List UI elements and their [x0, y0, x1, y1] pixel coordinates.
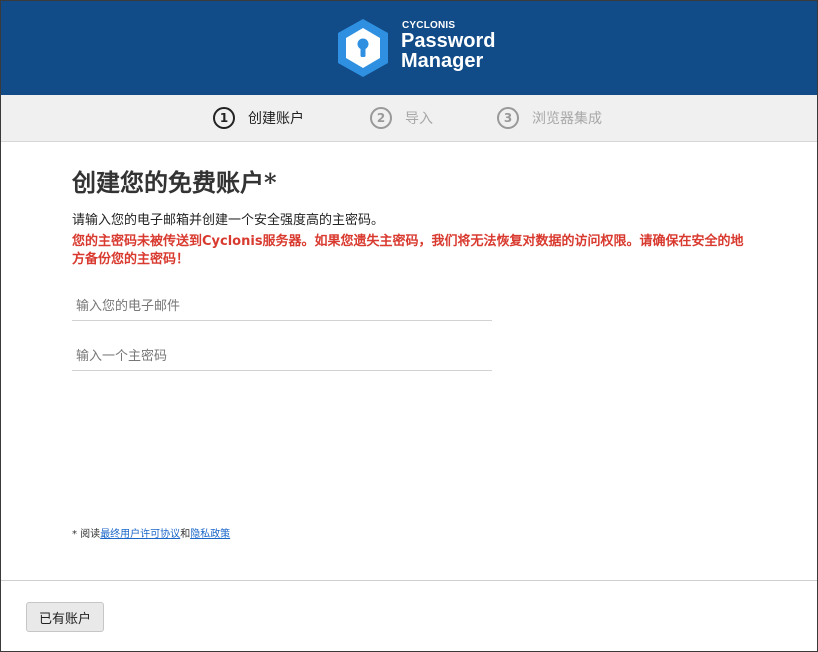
keyhole-hexagon-icon: [338, 19, 388, 77]
eula-link[interactable]: 最终用户许可协议: [100, 529, 180, 540]
step-browser-integration: 3 浏览器集成: [497, 107, 602, 129]
brand-product-line2: Manager: [401, 50, 484, 72]
master-password-warning: 您的主密码未被传送到Cyclonis服务器。如果您遗失主密码，我们将无法恢复对数…: [72, 234, 744, 267]
step-number: 3: [497, 107, 519, 129]
page-title: 创建您的免费账户*: [72, 168, 277, 197]
step-number: 1: [213, 107, 235, 129]
step-label: 导入: [405, 111, 433, 127]
brand-product-line1: Password: [401, 30, 496, 52]
app-window: CYCLONIS Password Manager 1 创建账户 2 导入 3 …: [0, 0, 818, 652]
step-import: 2 导入: [370, 107, 433, 129]
have-account-button[interactable]: 已有账户: [26, 602, 104, 632]
agreement-prefix: * 阅读: [72, 529, 101, 540]
agreement-note: * 阅读最终用户许可协议和隐私政策: [72, 525, 230, 540]
step-label: 创建账户: [248, 111, 304, 127]
master-password-input[interactable]: [72, 343, 492, 371]
privacy-policy-link[interactable]: 隐私政策: [190, 529, 230, 540]
app-header: CYCLONIS Password Manager: [1, 1, 817, 95]
step-label: 浏览器集成: [532, 111, 602, 127]
agreement-conjunction: 和: [180, 529, 191, 540]
step-number: 2: [370, 107, 392, 129]
email-input[interactable]: [72, 293, 492, 321]
form-description: 请输入您的电子邮箱并创建一个安全强度高的主密码。: [72, 213, 385, 228]
step-create-account: 1 创建账户: [213, 107, 304, 129]
footer-bar: 已有账户: [1, 580, 817, 651]
setup-steps: 1 创建账户 2 导入 3 浏览器集成: [1, 95, 817, 142]
